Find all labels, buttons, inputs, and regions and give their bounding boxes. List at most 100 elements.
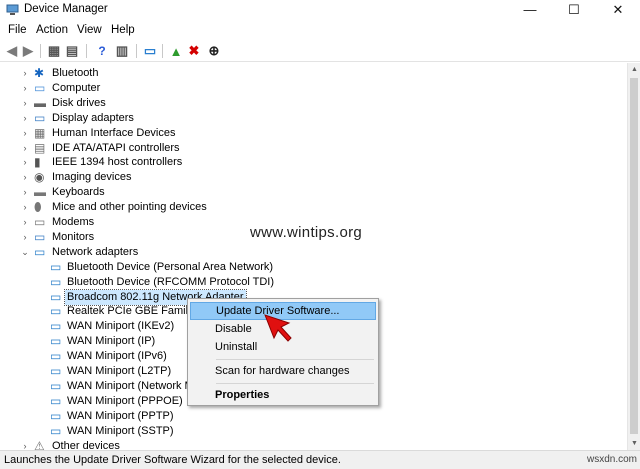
tree-item-label: WAN Miniport (IKEv2)	[67, 320, 175, 333]
status-text: Launches the Update Driver Software Wiza…	[4, 454, 341, 466]
tree-item-label: Bluetooth Device (Personal Area Network)	[67, 260, 274, 273]
tree-item-label: Keyboards	[52, 186, 105, 199]
status-bar: Launches the Update Driver Software Wiza…	[0, 450, 640, 469]
category-node[interactable]: › ▬ Keyboards	[0, 185, 620, 200]
hid-icon: ▦	[34, 125, 46, 140]
disable-device-icon[interactable]: ⊕	[206, 43, 222, 59]
tree-item-label: WAN Miniport (IPv6)	[67, 350, 167, 363]
category-node[interactable]: › ▤ IDE ATA/ATAPI controllers	[0, 141, 620, 156]
close-button[interactable]: ✕	[596, 0, 640, 20]
maximize-button[interactable]: ☐	[552, 0, 596, 20]
expand-chevron-icon[interactable]: ›	[20, 155, 30, 170]
minimize-button[interactable]: —	[508, 0, 552, 20]
ieee1394-icon: ▮	[34, 155, 41, 170]
network-adapter-icon: ▭	[50, 378, 62, 393]
device-manager-app-icon	[6, 4, 19, 16]
bluetooth-icon: ✱	[34, 66, 45, 80]
menu-separator	[216, 383, 374, 384]
back-arrow-icon[interactable]: ◀	[4, 43, 20, 59]
tree-item-label: WAN Miniport (Network M	[67, 379, 194, 392]
network-adapter-icon: ▭	[50, 423, 62, 438]
device-node[interactable]: ▭ Bluetooth Device (Personal Area Network…	[0, 260, 620, 275]
expand-chevron-icon[interactable]: ›	[20, 66, 30, 81]
expand-chevron-icon[interactable]: ›	[20, 141, 30, 156]
network-adapter-icon: ▭	[50, 289, 62, 304]
show-hide-console-tree-icon[interactable]: ▦	[46, 43, 62, 59]
device-node[interactable]: ▭ Bluetooth Device (RFCOMM Protocol TDI)	[0, 275, 620, 290]
tree-item-label: WAN Miniport (PPPOE)	[67, 394, 183, 407]
help-icon[interactable]: ?	[94, 43, 110, 59]
watermark: www.wintips.org	[250, 224, 363, 241]
tree-item-label: WAN Miniport (IP)	[67, 335, 156, 348]
disk-drive-icon: ▬	[34, 95, 46, 110]
properties-item[interactable]: Properties	[190, 386, 376, 404]
category-node[interactable]: › ◉ Imaging devices	[0, 170, 620, 185]
tree-item-label: Display adapters	[52, 111, 134, 124]
expand-chevron-icon[interactable]: ›	[20, 170, 30, 185]
toolbar-separator	[40, 44, 41, 58]
network-adapter-icon: ▭	[50, 274, 62, 289]
expand-chevron-icon[interactable]: ›	[20, 439, 30, 451]
tree-item-label: WAN Miniport (PPTP)	[67, 409, 174, 422]
menu-file[interactable]: File	[8, 24, 27, 36]
scan-hardware-icon[interactable]: ▭	[142, 43, 158, 59]
toolbar-separator	[136, 44, 137, 58]
vertical-scrollbar[interactable]: ▲ ▼	[627, 63, 640, 450]
expand-chevron-icon[interactable]: ›	[20, 185, 30, 200]
scroll-thumb[interactable]	[630, 78, 638, 434]
category-node[interactable]: › ▬ Disk drives	[0, 96, 620, 111]
category-node[interactable]: › ⚠ Other devices	[0, 439, 620, 451]
category-node[interactable]: › ✱ Bluetooth	[0, 66, 620, 81]
expand-chevron-icon[interactable]: ›	[20, 126, 30, 141]
corner-watermark: wsxdn.com	[587, 454, 638, 465]
tree-item-label: WAN Miniport (SSTP)	[67, 424, 174, 437]
tree-item-label: Bluetooth	[52, 67, 99, 79]
category-node[interactable]: › ▭ Display adapters	[0, 111, 620, 126]
ide-controller-icon: ▤	[34, 140, 46, 155]
device-node[interactable]: ▭ WAN Miniport (SSTP)	[0, 424, 620, 439]
tree-item-label: Human Interface Devices	[52, 126, 176, 139]
tree-item-label: Mice and other pointing devices	[52, 201, 207, 214]
update-driver-icon[interactable]: ▲	[168, 43, 184, 59]
title-bar: Device Manager — ☐ ✕	[0, 0, 640, 20]
network-adapter-icon: ▭	[50, 304, 62, 319]
network-adapter-icon: ▭	[50, 408, 62, 423]
category-node[interactable]: › ▮ IEEE 1394 host controllers	[0, 155, 620, 170]
tree-item-label: WAN Miniport (L2TP)	[67, 365, 172, 377]
menu-view[interactable]: View	[77, 24, 102, 36]
action-pane-icon[interactable]: ▥	[114, 43, 130, 59]
window-title: Device Manager	[24, 3, 108, 15]
network-adapter-icon: ▭	[50, 364, 62, 378]
tree-item-label: Imaging devices	[52, 171, 132, 184]
scroll-up-icon[interactable]: ▲	[628, 63, 640, 76]
menu-action[interactable]: Action	[36, 24, 68, 36]
menu-help[interactable]: Help	[111, 24, 135, 36]
expand-chevron-icon[interactable]: ›	[20, 215, 30, 230]
display-adapter-icon: ▭	[34, 110, 46, 125]
forward-arrow-icon[interactable]: ▶	[20, 43, 36, 59]
toolbar-separator	[86, 44, 87, 58]
expand-chevron-icon[interactable]: ›	[20, 81, 30, 96]
properties-icon[interactable]: ▤	[64, 43, 80, 59]
menu-separator	[216, 359, 374, 360]
scan-hardware-item[interactable]: Scan for hardware changes	[190, 362, 376, 380]
tree-item-label: Other devices	[52, 439, 120, 451]
category-node[interactable]: › ⬮ Mice and other pointing devices	[0, 200, 620, 215]
category-node[interactable]: › ▭ Computer	[0, 81, 620, 96]
expand-chevron-icon[interactable]: ›	[20, 96, 30, 111]
scroll-down-icon[interactable]: ▼	[628, 437, 640, 450]
uninstall-device-icon[interactable]: ✖	[186, 43, 202, 59]
device-node[interactable]: ▭ WAN Miniport (PPTP)	[0, 409, 620, 424]
category-node[interactable]: › ▦ Human Interface Devices	[0, 126, 620, 141]
network-adapter-icon: ▭	[50, 334, 62, 349]
expand-chevron-icon[interactable]: ›	[20, 230, 30, 245]
tree-item-label: Modems	[52, 216, 95, 228]
red-arrow-cursor-icon	[264, 314, 292, 342]
collapse-chevron-icon[interactable]: ⌄	[20, 245, 30, 260]
category-node[interactable]: ⌄ ▭ Network adapters	[0, 245, 620, 260]
expand-chevron-icon[interactable]: ›	[20, 111, 30, 126]
expand-chevron-icon[interactable]: ›	[20, 200, 30, 215]
menu-bar: File Action View Help	[0, 22, 640, 40]
camera-icon: ◉	[34, 170, 45, 185]
mouse-icon: ⬮	[34, 200, 42, 215]
